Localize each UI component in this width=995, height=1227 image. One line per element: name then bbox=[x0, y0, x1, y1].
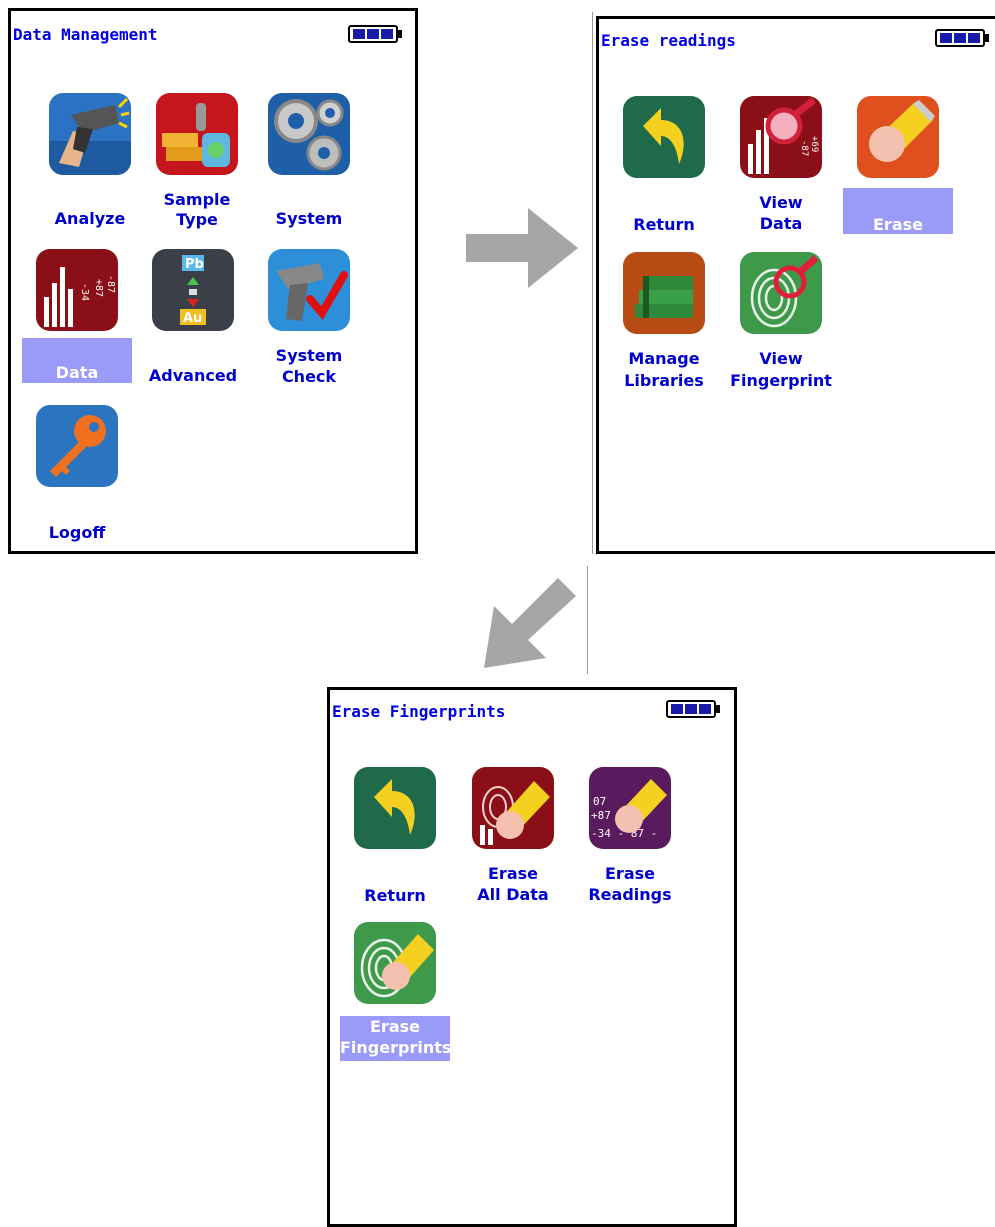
tile-label-line1: Erase bbox=[488, 864, 538, 883]
tile-erase-all-data[interactable]: Erase All Data bbox=[458, 767, 568, 907]
screen-title: Erase Fingerprints bbox=[332, 702, 506, 721]
tile-label-line2: Data bbox=[759, 214, 803, 233]
tile-label-line2: Check bbox=[281, 367, 337, 386]
erase-readings-screen: Erase readings Return -87 +69 View Data E… bbox=[596, 16, 995, 554]
screen-title: Data Management bbox=[13, 25, 158, 44]
battery-icon bbox=[666, 700, 722, 718]
svg-text:Pb: Pb bbox=[185, 257, 204, 272]
analyzer-gun-icon bbox=[49, 93, 131, 175]
svg-text:-87: -87 bbox=[105, 275, 116, 293]
data-management-screen: Data Management Analyze Sample Type Syst… bbox=[8, 8, 418, 554]
tile-label-line1: View bbox=[759, 193, 803, 212]
return-arrow-icon bbox=[623, 96, 705, 178]
tile-return[interactable]: Return bbox=[609, 96, 719, 236]
svg-text:+87: +87 bbox=[591, 809, 611, 822]
tile-label: Return bbox=[633, 215, 695, 234]
tile-erase-fingerprints[interactable]: Erase Fingerprints bbox=[340, 922, 451, 1072]
erase-readings-icon: 07 +87 -34 - 87 - bbox=[589, 767, 671, 849]
svg-text:+69: +69 bbox=[809, 136, 819, 152]
tile-label: Analyze bbox=[54, 209, 126, 228]
svg-text:-87: -87 bbox=[799, 140, 809, 156]
gears-icon bbox=[268, 93, 350, 175]
tile-label-line2: Fingerprint bbox=[730, 371, 832, 390]
system-check-icon bbox=[268, 249, 350, 331]
tile-label-line1: System bbox=[275, 346, 343, 365]
tile-analyze[interactable]: Analyze bbox=[35, 93, 145, 233]
tile-label-line2: Type bbox=[176, 210, 218, 229]
tile-return[interactable]: Return bbox=[340, 767, 450, 907]
tile-logoff[interactable]: Logoff bbox=[22, 405, 132, 545]
tile-label-selected-line1: Erase bbox=[340, 1016, 450, 1037]
tile-label-selected-line2: Fingerprints bbox=[340, 1037, 451, 1061]
tile-erase[interactable]: Erase bbox=[843, 96, 953, 236]
tile-label: Return bbox=[364, 886, 426, 905]
eraser-icon bbox=[857, 96, 939, 178]
battery-icon bbox=[348, 25, 404, 43]
tile-label-line1: Erase bbox=[605, 864, 655, 883]
return-arrow-icon bbox=[354, 767, 436, 849]
tile-label: Logoff bbox=[48, 523, 106, 542]
arrow-right-icon bbox=[466, 208, 578, 292]
svg-text:-34: -34 bbox=[79, 283, 90, 301]
tile-system-check[interactable]: System Check bbox=[254, 249, 364, 389]
tile-view-fingerprint[interactable]: View Fingerprint bbox=[726, 252, 836, 392]
tile-label-selected: Erase bbox=[843, 188, 953, 234]
books-icon bbox=[623, 252, 705, 334]
divider-line bbox=[587, 566, 588, 674]
erase-fingerprints-screen: Erase Fingerprints Return Erase All Data… bbox=[327, 687, 737, 1227]
view-fingerprint-icon bbox=[740, 252, 822, 334]
tile-manage-libraries[interactable]: Manage Libraries bbox=[609, 252, 719, 392]
battery-icon bbox=[935, 29, 991, 47]
tile-label-line2: Readings bbox=[588, 885, 672, 904]
tile-label: System bbox=[275, 209, 343, 228]
tile-label-line1: Sample bbox=[163, 190, 231, 209]
tile-data[interactable]: -34 +87 -87 Data bbox=[22, 249, 132, 389]
svg-text:+87: +87 bbox=[93, 279, 104, 297]
erase-all-data-icon bbox=[472, 767, 554, 849]
tile-sample-type[interactable]: Sample Type bbox=[142, 93, 252, 233]
chart-data-icon: -34 +87 -87 bbox=[36, 249, 118, 331]
tile-label: Advanced bbox=[148, 366, 238, 385]
tile-system[interactable]: System bbox=[254, 93, 364, 233]
svg-text:Au: Au bbox=[183, 311, 202, 326]
tile-erase-readings[interactable]: 07 +87 -34 - 87 - Erase Readings bbox=[575, 767, 685, 907]
tile-label-line1: View bbox=[759, 349, 803, 368]
tile-view-data[interactable]: -87 +69 View Data bbox=[726, 96, 836, 236]
tile-label-selected: Data bbox=[22, 338, 132, 383]
gold-bars-icon bbox=[156, 93, 238, 175]
tile-label-line2: All Data bbox=[477, 885, 549, 904]
erase-fingerprints-icon bbox=[354, 922, 436, 1004]
screen-title: Erase readings bbox=[601, 31, 736, 50]
key-icon bbox=[36, 405, 118, 487]
tile-label-line1: Manage bbox=[628, 349, 700, 368]
tile-label-line2: Libraries bbox=[624, 371, 704, 390]
tile-advanced[interactable]: Pb Au Advanced bbox=[138, 249, 248, 389]
svg-text:07: 07 bbox=[593, 795, 606, 808]
arrow-down-left-icon bbox=[480, 578, 580, 674]
view-data-icon: -87 +69 bbox=[740, 96, 822, 178]
element-conversion-icon: Pb Au bbox=[152, 249, 234, 331]
divider-line bbox=[592, 12, 593, 554]
